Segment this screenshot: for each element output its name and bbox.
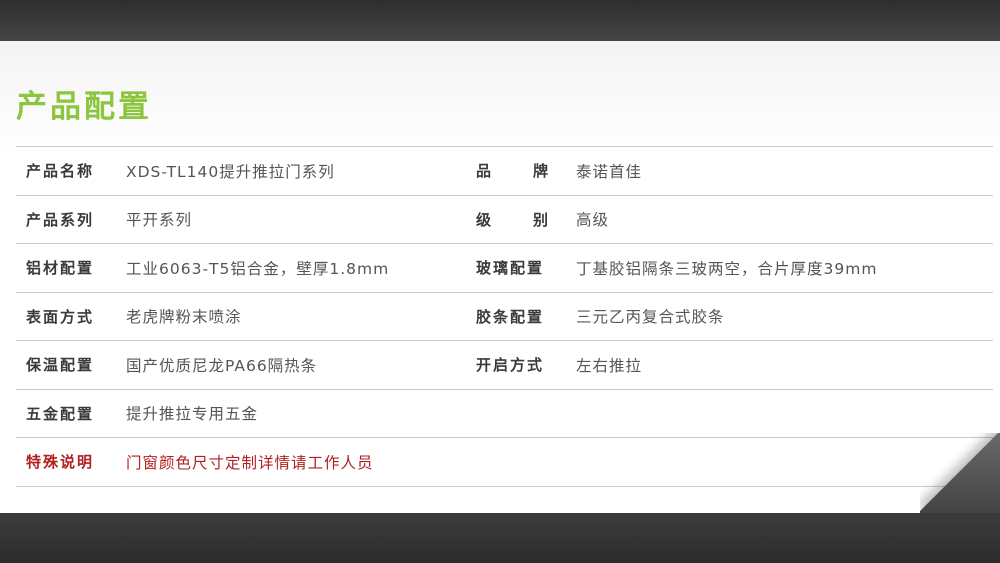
spec-cell: 胶条配置 三元乙丙复合式胶条: [466, 305, 993, 327]
table-row: 铝材配置 工业6063-T5铝合金，壁厚1.8mm 玻璃配置 丁基胶铝隔条三玻两…: [16, 244, 993, 293]
spec-label: 表面方式: [26, 307, 95, 326]
spec-label: 产品名称: [26, 162, 95, 181]
table-row: 保温配置 国产优质尼龙PA66隔热条 开启方式 左右推拉: [16, 341, 993, 390]
spec-label: 开启方式: [476, 356, 545, 375]
spec-value: 平开系列: [126, 211, 193, 230]
spec-value: 左右推拉: [576, 356, 643, 375]
spec-cell: 铝材配置 工业6063-T5铝合金，壁厚1.8mm: [16, 257, 466, 279]
spec-value: 高级: [576, 211, 610, 230]
special-note-row: 特殊说明 门窗颜色尺寸定制详情请工作人员: [16, 438, 993, 487]
table-row: 产品系列 平开系列 级 别 高级: [16, 196, 993, 244]
spec-value: 泰诺首佳: [576, 162, 643, 181]
spec-cell: 产品系列 平开系列: [16, 208, 466, 230]
spec-value: 提升推拉专用五金: [126, 405, 259, 424]
spec-label: 级 别: [476, 210, 550, 229]
spec-label: 铝材配置: [26, 259, 95, 278]
special-note-label: 特殊说明: [26, 453, 95, 472]
spec-cell: 五金配置 提升推拉专用五金: [16, 402, 466, 424]
table-row: 五金配置 提升推拉专用五金: [16, 390, 993, 438]
table-row: 表面方式 老虎牌粉末喷涂 胶条配置 三元乙丙复合式胶条: [16, 293, 993, 341]
spec-value: 三元乙丙复合式胶条: [576, 308, 725, 327]
spec-cell: 产品名称 XDS-TL140提升推拉门系列: [16, 160, 466, 182]
spec-label: 品 牌: [476, 162, 550, 181]
spec-cell: 级 别 高级: [466, 208, 993, 230]
spec-label: 产品系列: [26, 210, 95, 229]
spec-value: XDS-TL140提升推拉门系列: [126, 162, 335, 181]
spec-cell: 表面方式 老虎牌粉末喷涂: [16, 305, 466, 327]
spec-label: 保温配置: [26, 356, 95, 375]
page-curl-corner: [920, 433, 1000, 513]
table-row: 产品名称 XDS-TL140提升推拉门系列 品 牌 泰诺首佳: [16, 147, 993, 196]
spec-cell: 品 牌 泰诺首佳: [466, 160, 993, 182]
spec-value: 老虎牌粉末喷涂: [126, 308, 242, 327]
spec-value: 丁基胶铝隔条三玻两空，合片厚度39mm: [576, 259, 878, 278]
spec-cell: 特殊说明 门窗颜色尺寸定制详情请工作人员: [16, 451, 993, 473]
spec-label: 玻璃配置: [476, 259, 545, 278]
spec-label: 五金配置: [26, 404, 95, 423]
spec-value: 工业6063-T5铝合金，壁厚1.8mm: [126, 259, 390, 278]
spec-value: 国产优质尼龙PA66隔热条: [126, 356, 318, 375]
spec-cell: 开启方式 左右推拉: [466, 354, 993, 376]
special-note-value: 门窗颜色尺寸定制详情请工作人员: [126, 453, 374, 472]
product-config-card: 产品配置 产品名称 XDS-TL140提升推拉门系列 品 牌 泰诺首佳 产品系列…: [0, 41, 1000, 513]
spec-label: 胶条配置: [476, 307, 545, 326]
spec-table: 产品名称 XDS-TL140提升推拉门系列 品 牌 泰诺首佳 产品系列 平开系列…: [16, 146, 993, 487]
page-title: 产品配置: [16, 89, 152, 125]
spec-cell: 玻璃配置 丁基胶铝隔条三玻两空，合片厚度39mm: [466, 257, 993, 279]
spec-cell: 保温配置 国产优质尼龙PA66隔热条: [16, 354, 466, 376]
